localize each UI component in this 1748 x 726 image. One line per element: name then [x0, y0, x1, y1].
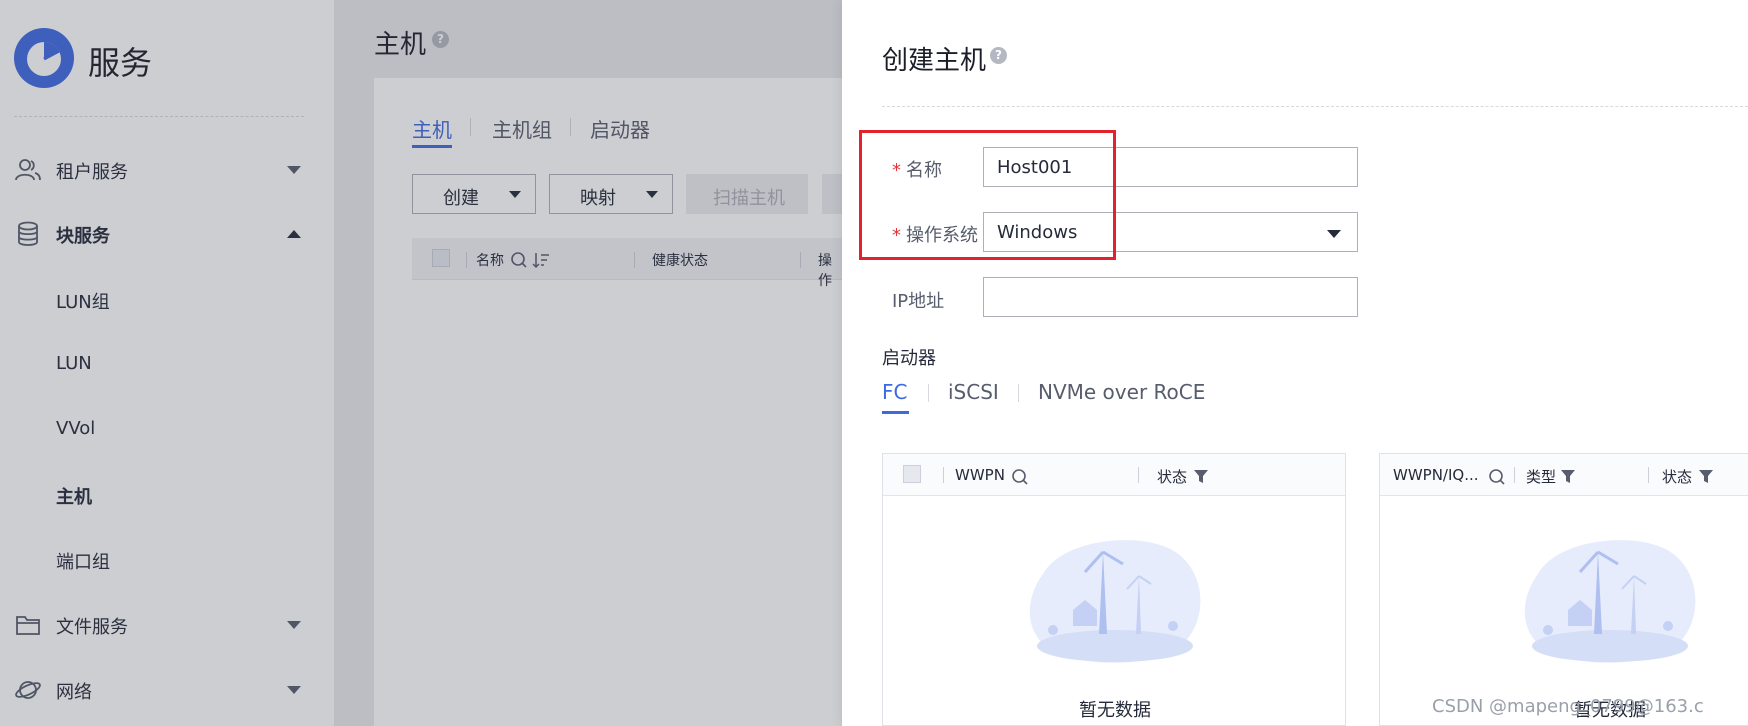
help-icon[interactable]: ? [990, 47, 1007, 64]
tab-underline [882, 411, 909, 414]
column-separator [943, 467, 944, 483]
table-header: WWPN 状态 [883, 454, 1345, 496]
search-icon[interactable] [1488, 468, 1506, 486]
tab-nvme-over-roce[interactable]: NVMe over RoCE [1038, 380, 1205, 404]
drawer-title: 创建主机 [882, 46, 987, 76]
select-all-checkbox[interactable] [903, 465, 921, 483]
tab-separator [1018, 384, 1019, 402]
selected-initiators-table: WWPN/IQ... 类型 状态 暂无数据 [1379, 453, 1748, 726]
column-header-wwpn-iqn: WWPN/IQ... [1393, 466, 1479, 484]
tab-fc[interactable]: FC [882, 380, 907, 404]
table-header: WWPN/IQ... 类型 状态 [1380, 454, 1748, 496]
modal-overlay[interactable] [0, 0, 842, 726]
drawer-divider [882, 106, 1748, 107]
filter-icon[interactable] [1560, 468, 1576, 484]
create-host-drawer: 创建主机 ? * 名称 Host001 * 操作系统 Windows IP地址 启动… [842, 0, 1748, 726]
filter-icon[interactable] [1698, 468, 1714, 484]
column-header-wwpn: WWPN [955, 466, 1005, 484]
column-separator [1514, 467, 1515, 483]
empty-state-illustration [1524, 540, 1696, 663]
ip-address-field[interactable] [983, 277, 1358, 317]
highlight-annotation-box [859, 130, 1116, 260]
column-separator [1138, 467, 1139, 483]
ip-label: IP地址 [892, 291, 945, 312]
column-header-type: 类型 [1526, 468, 1557, 486]
column-separator [1648, 467, 1649, 483]
column-header-status: 状态 [1662, 468, 1693, 486]
column-header-status: 状态 [1157, 468, 1188, 486]
tab-separator [928, 384, 929, 402]
empty-state-text: 暂无数据 [1079, 700, 1151, 721]
empty-state-illustration [1029, 540, 1201, 663]
tab-iscsi[interactable]: iSCSI [948, 380, 999, 404]
search-icon[interactable] [1011, 468, 1029, 486]
watermark: CSDN @mapeng_0799@163.c [1432, 696, 1704, 717]
chevron-down-icon [1327, 230, 1341, 238]
available-initiators-table: WWPN 状态 暂无数据 [882, 453, 1346, 726]
filter-icon[interactable] [1193, 468, 1209, 484]
initiator-section-label: 启动器 [882, 348, 936, 369]
